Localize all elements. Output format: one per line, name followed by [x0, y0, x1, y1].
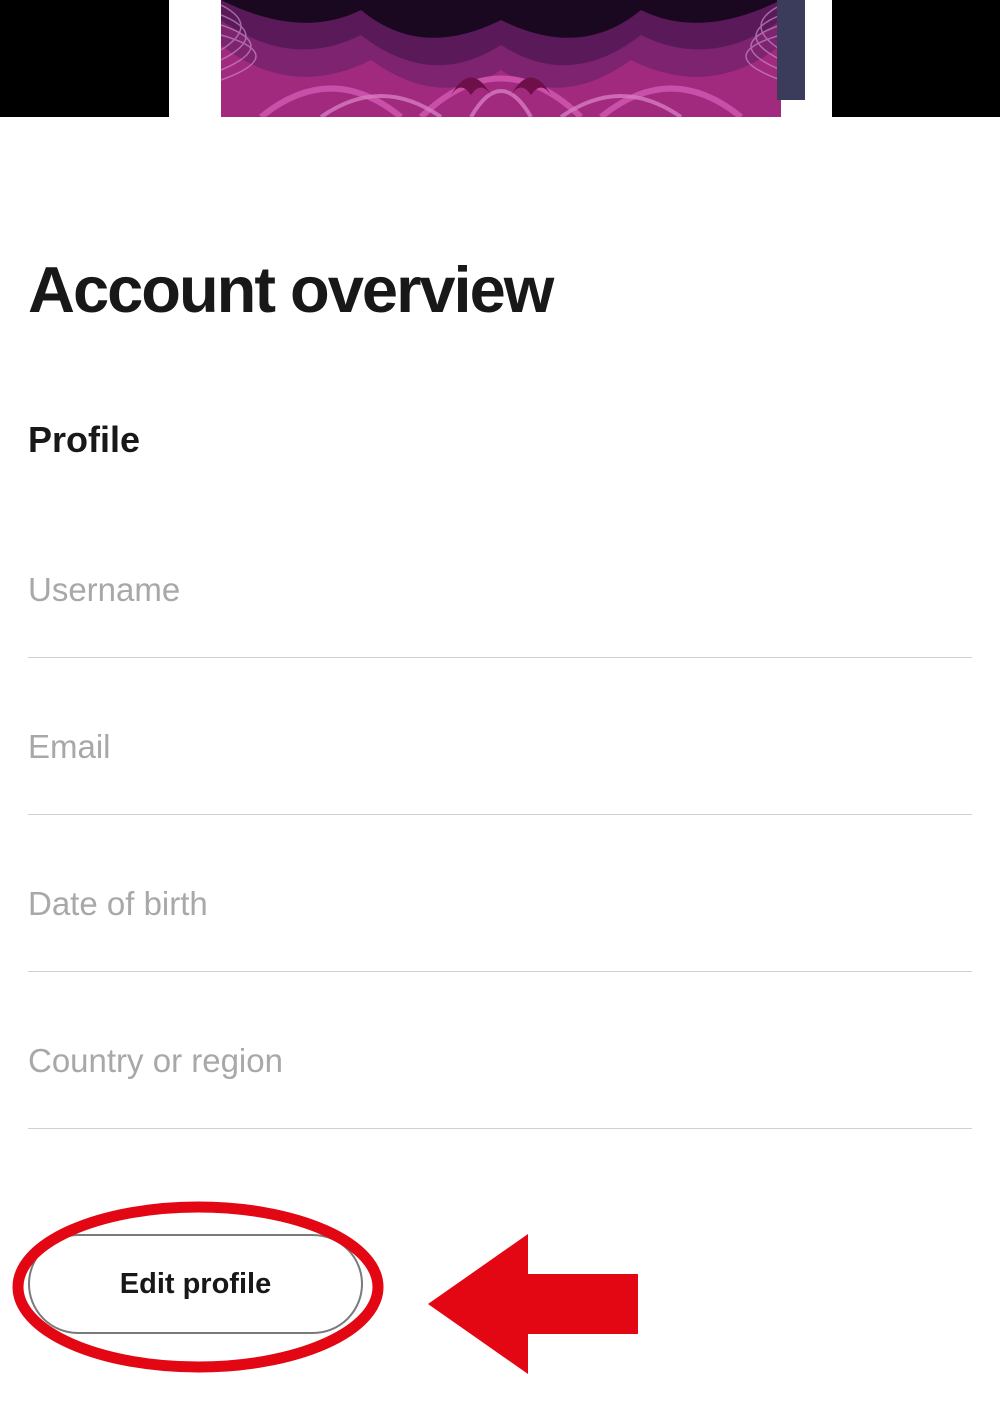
edit-button-area: Edit profile	[28, 1199, 972, 1419]
edit-profile-button[interactable]: Edit profile	[28, 1234, 363, 1334]
annotation-arrow-left-icon	[418, 1219, 658, 1389]
field-row-username: Username	[28, 571, 972, 658]
field-label-username: Username	[28, 571, 972, 609]
field-row-country: Country or region	[28, 1042, 972, 1129]
edit-profile-button-label: Edit profile	[120, 1268, 271, 1301]
field-label-email: Email	[28, 728, 972, 766]
page-title: Account overview	[28, 252, 972, 327]
field-row-dob: Date of birth	[28, 885, 972, 972]
profile-section-title: Profile	[28, 419, 972, 461]
content-area: Account overview Profile Username Email …	[0, 117, 1000, 1419]
field-row-email: Email	[28, 728, 972, 815]
album-artwork	[221, 0, 781, 117]
artwork-side-strip	[777, 0, 805, 100]
top-black-bar	[0, 0, 1000, 117]
field-label-dob: Date of birth	[28, 885, 972, 923]
phone-frame	[169, 0, 832, 117]
field-label-country: Country or region	[28, 1042, 972, 1080]
